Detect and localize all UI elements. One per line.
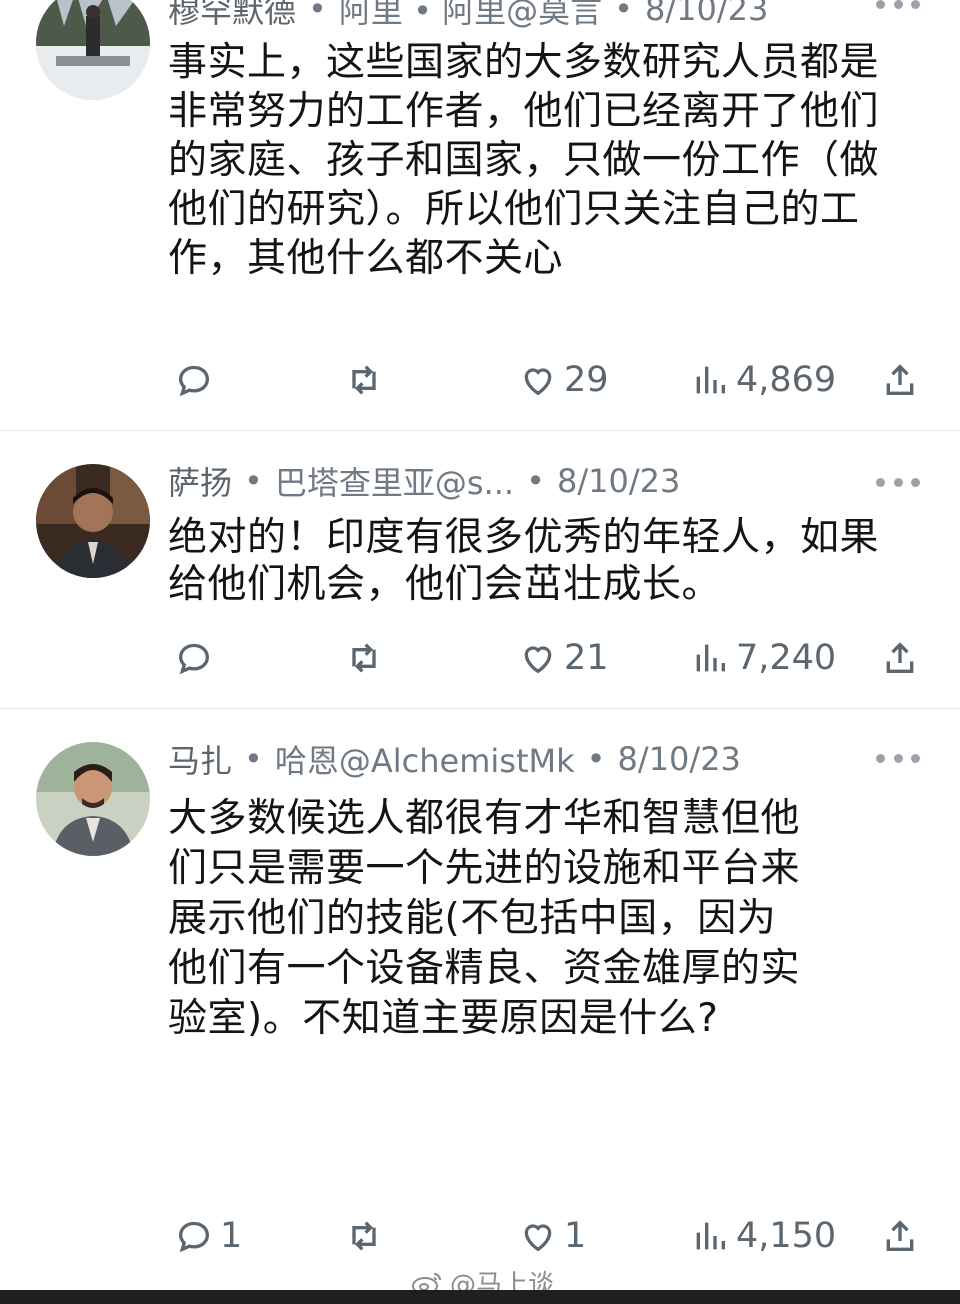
views-button[interactable]: 7,240 [690, 628, 836, 688]
more-icon[interactable] [876, 0, 920, 14]
view-count: 4,150 [736, 1216, 837, 1256]
reply-icon [178, 643, 210, 675]
avatar-2[interactable] [36, 464, 150, 578]
like-button[interactable]: 21 [518, 628, 609, 688]
heart-icon [524, 1224, 552, 1252]
reply-button[interactable] [174, 350, 220, 410]
reply-button[interactable] [174, 628, 220, 688]
like-button[interactable]: 1 [518, 1206, 586, 1266]
display-name[interactable]: 穆罕默德 [168, 0, 296, 32]
share-button[interactable] [880, 628, 920, 688]
view-count: 7,240 [736, 638, 837, 678]
more-icon[interactable] [876, 472, 920, 492]
views-button[interactable]: 4,150 [690, 1206, 836, 1266]
avatar-3-image [36, 742, 150, 856]
like-count: 1 [564, 1216, 587, 1256]
avatar-2-image [36, 464, 150, 578]
avatar-1[interactable] [36, 0, 150, 100]
views-button[interactable]: 4,869 [690, 350, 836, 410]
handle[interactable]: 巴塔查里亚@s... [275, 458, 514, 504]
tweet-text: 大多数候选人都很有才华和智慧但他 们只是需要一个先进的设施和平台来 展示他们的技… [168, 796, 801, 1041]
tweet-date[interactable]: 8/10/23 [557, 462, 680, 500]
tweet-1-header: 穆罕默德 • 阿里 • 阿里@莫言 • 8/10/23 [168, 0, 768, 32]
tweet-text: 事实上，这些国家的大多数研究人员都是 非常努力的工作者，他们已经离开了他们 的家… [168, 40, 880, 281]
share-button[interactable] [880, 350, 920, 410]
bottom-bar [0, 1290, 960, 1304]
separator-dot: • [308, 0, 327, 28]
action-bar: 21 7,240 [0, 628, 960, 688]
display-name[interactable]: 萨扬 [168, 458, 232, 504]
retweet-icon [352, 1221, 376, 1251]
share-icon [886, 364, 914, 395]
views-icon [696, 644, 725, 672]
reply-count: 1 [220, 1216, 243, 1256]
like-count: 29 [564, 360, 609, 400]
retweet-button[interactable] [344, 1206, 390, 1266]
tweet-2-header: 萨扬 • 巴塔查里亚@s... • 8/10/23 [168, 458, 680, 504]
tweet-text: 绝对的！印度有很多优秀的年轻人，如果 给他们机会，他们会茁壮成长。 [168, 515, 880, 607]
handle[interactable]: 阿里 • 阿里@莫言 [339, 0, 602, 32]
display-name[interactable]: 马扎 [168, 736, 232, 782]
separator-dot: • [526, 462, 545, 500]
view-count: 4,869 [736, 360, 837, 400]
heart-icon [524, 368, 552, 396]
separator-dot: • [244, 740, 263, 778]
more-icon[interactable] [876, 748, 920, 768]
retweet-button[interactable] [344, 350, 390, 410]
tweet-3[interactable]: 马扎 • 哈恩@AlchemistMk • 8/10/23 大多数候选人都很有才… [0, 710, 960, 1270]
retweet-icon [352, 365, 376, 395]
tweet-divider [0, 430, 960, 431]
reply-icon [178, 1221, 210, 1253]
tweet-date[interactable]: 8/10/23 [618, 740, 741, 778]
retweet-icon [352, 643, 376, 673]
tweet-date[interactable]: 8/10/23 [645, 0, 768, 28]
separator-dot: • [586, 740, 606, 778]
like-button[interactable]: 29 [518, 350, 609, 410]
views-icon [696, 366, 725, 394]
share-button[interactable] [880, 1206, 920, 1266]
action-bar: 1 1 4,150 [0, 1206, 960, 1266]
heart-icon [524, 646, 552, 674]
tweet-divider [0, 708, 960, 709]
reply-button[interactable]: 1 [174, 1206, 242, 1266]
avatar-1-image [36, 0, 150, 100]
separator-dot: • [244, 462, 263, 500]
like-count: 21 [564, 638, 609, 678]
handle[interactable]: 哈恩@AlchemistMk [275, 736, 575, 782]
reply-icon [178, 365, 210, 397]
share-icon [886, 642, 914, 673]
separator-dot: • [614, 0, 633, 28]
share-icon [886, 1220, 914, 1251]
tweet-1[interactable]: 穆罕默德 • 阿里 • 阿里@莫言 • 8/10/23 事实上，这些国家的大多数… [0, 0, 960, 428]
views-icon [696, 1222, 725, 1250]
action-bar: 29 4,869 [0, 350, 960, 410]
avatar-3[interactable] [36, 742, 150, 856]
tweet-2[interactable]: 萨扬 • 巴塔查里亚@s... • 8/10/23 绝对的！印度有很多优秀的年轻… [0, 432, 960, 708]
retweet-button[interactable] [344, 628, 390, 688]
tweet-3-header: 马扎 • 哈恩@AlchemistMk • 8/10/23 [168, 736, 741, 782]
